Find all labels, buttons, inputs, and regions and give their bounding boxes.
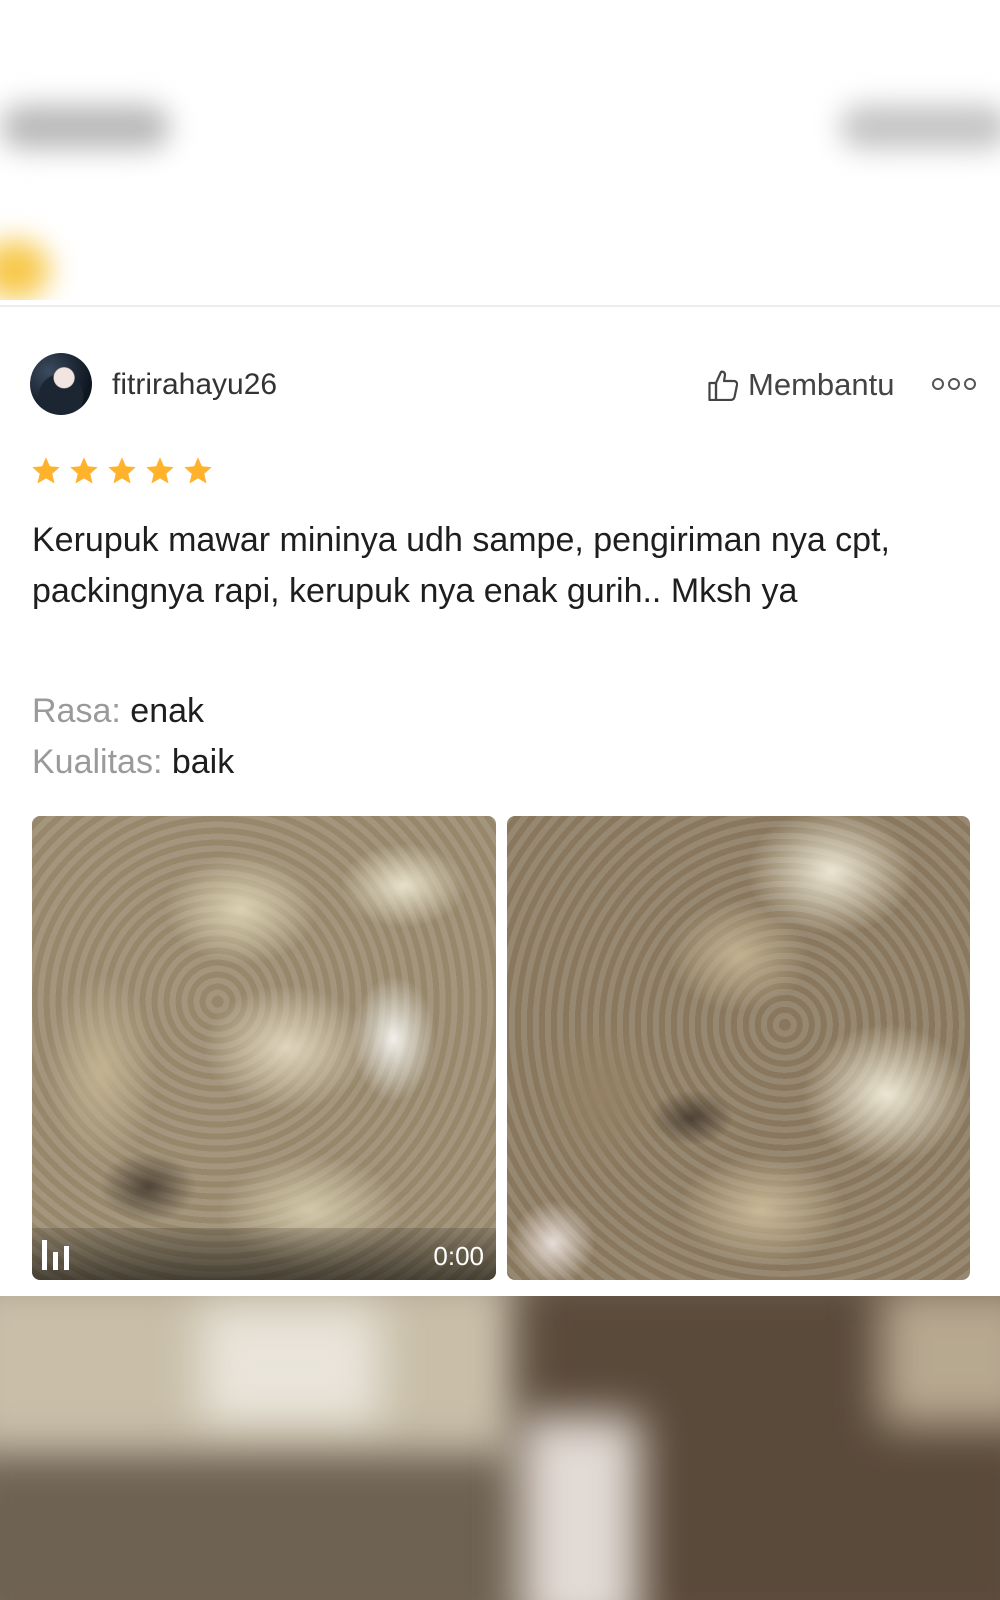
blur-patch: [0, 1456, 520, 1600]
avatar[interactable]: [30, 353, 92, 415]
more-dot: [932, 378, 944, 390]
reviewer-username[interactable]: fitrirahayu26: [112, 367, 277, 403]
blur-patch: [520, 1416, 640, 1600]
review-text: Kerupuk mawar mininya udh sampe, pengiri…: [32, 521, 890, 610]
review-page: fitrirahayu26 Membantu Kerupuk mawar min…: [0, 0, 1000, 1600]
attribute-value: enak: [130, 692, 205, 730]
attribute-key: Kualitas:: [32, 743, 163, 781]
blurred-next-content: [0, 1296, 1000, 1600]
star-icon: [68, 456, 100, 487]
attribute-key: Rasa:: [32, 692, 121, 730]
blur-patch: [880, 1296, 1000, 1426]
review-divider: [0, 305, 1000, 307]
review-video-thumbnail[interactable]: 0:00: [32, 816, 496, 1280]
blurred-previous-review: [0, 0, 1000, 300]
blurred-star: [0, 240, 50, 300]
star-icon: [106, 456, 138, 487]
blur-patch: [200, 1306, 380, 1426]
more-dot: [964, 378, 976, 390]
helpful-label: Membantu: [748, 367, 895, 402]
star-rating: [30, 456, 214, 487]
star-icon: [182, 456, 214, 487]
review-photo-thumbnail[interactable]: [507, 816, 970, 1280]
photo-frame: [507, 816, 970, 1280]
attribute-rasa: Rasa: enak: [32, 690, 204, 732]
attribute-kualitas: Kualitas: baik: [32, 741, 234, 783]
attribute-value: baik: [171, 743, 235, 781]
blurred-username: [0, 105, 170, 149]
blurred-helpful-button: [840, 105, 1000, 149]
star-icon: [30, 456, 62, 487]
video-frame: [32, 816, 496, 1280]
star-icon: [144, 456, 176, 487]
more-options-icon[interactable]: [932, 372, 976, 396]
more-dot: [948, 378, 960, 390]
thumbs-up-icon: [708, 369, 738, 401]
helpful-button[interactable]: Membantu: [708, 366, 894, 404]
video-duration: 0:00: [433, 1241, 484, 1271]
video-bars-icon: [42, 1240, 76, 1270]
video-overlay-bar: 0:00: [32, 1228, 496, 1280]
